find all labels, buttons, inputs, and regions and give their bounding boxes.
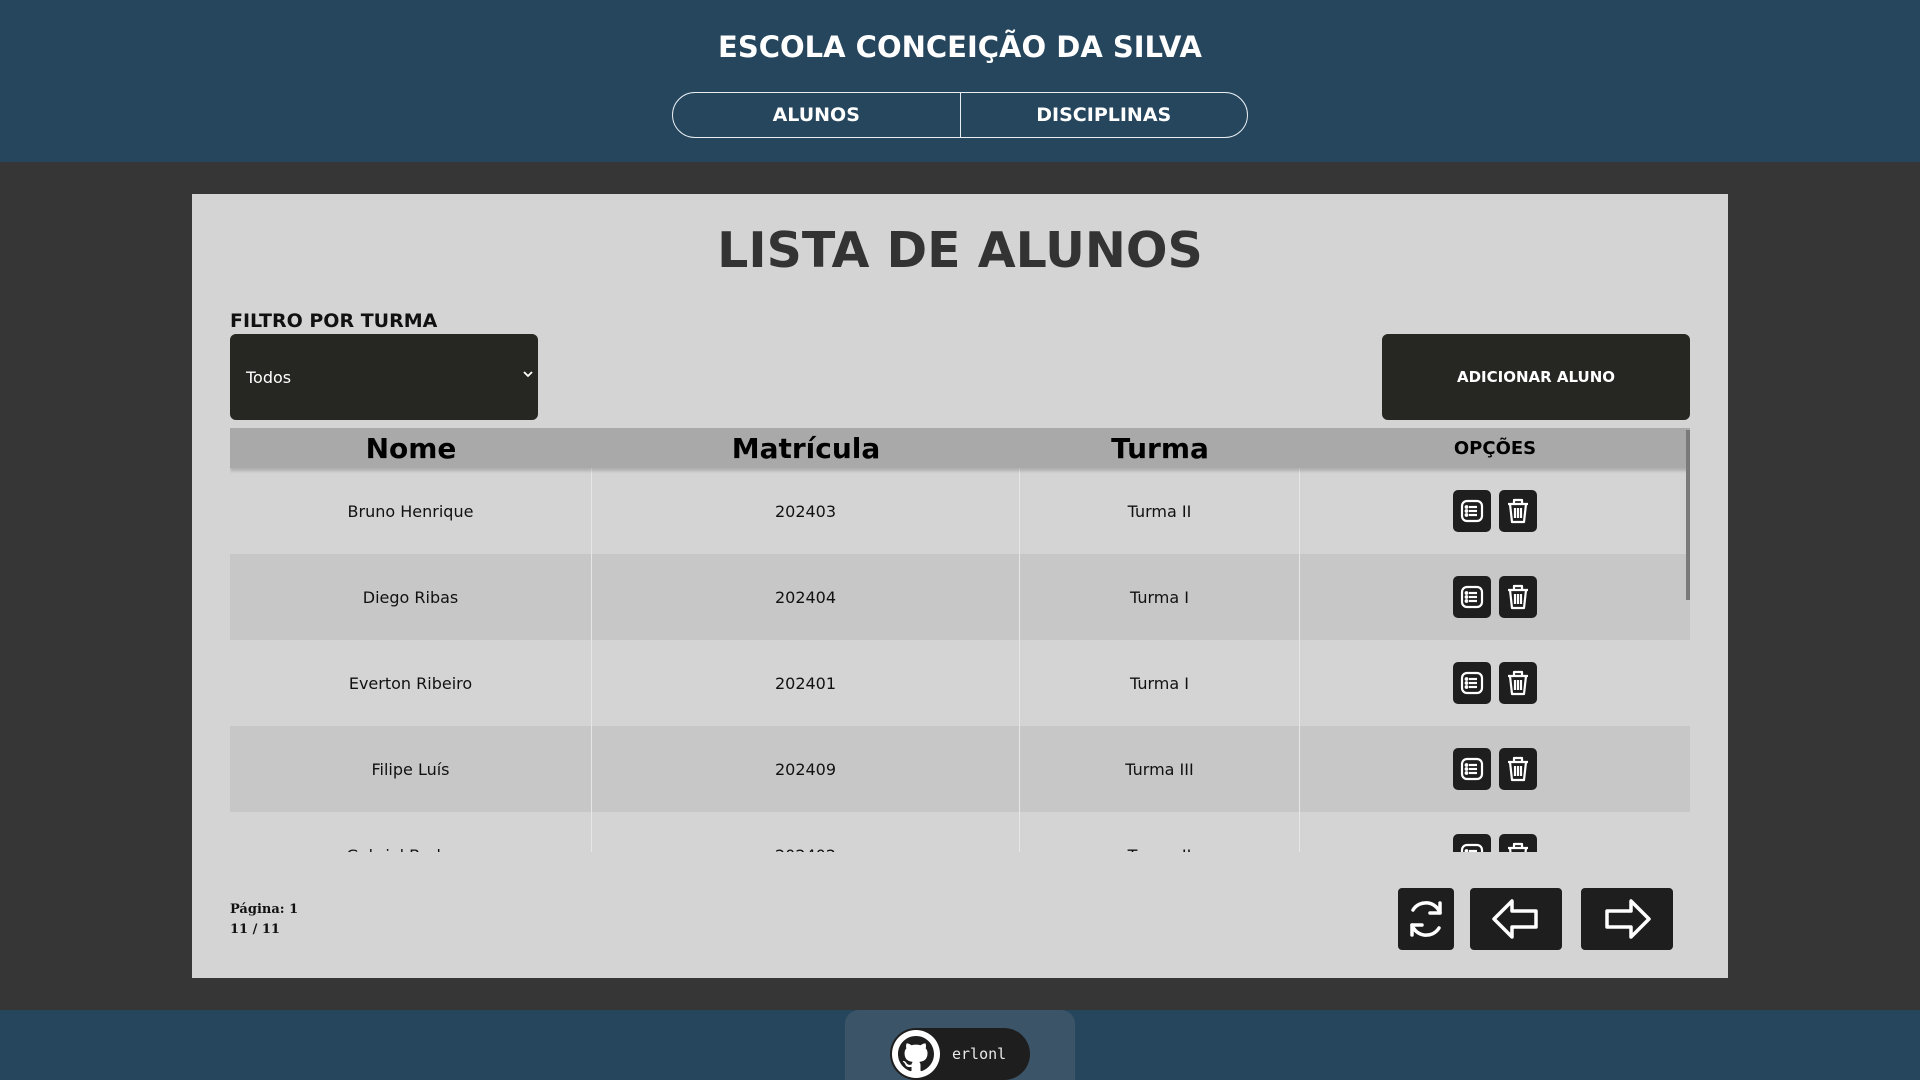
column-header-nome: Nome — [365, 431, 457, 465]
trash-icon — [1508, 842, 1528, 852]
github-icon — [892, 1030, 940, 1078]
list-icon — [1460, 757, 1484, 781]
list-icon — [1460, 671, 1484, 695]
arrow-right-icon — [1605, 899, 1651, 939]
next-page-button[interactable] — [1581, 888, 1673, 950]
refresh-icon — [1410, 901, 1442, 937]
filter-selected-value: Todos — [246, 367, 292, 387]
list-icon — [1460, 843, 1484, 852]
github-link[interactable]: erlonl — [890, 1028, 1030, 1080]
list-icon — [1460, 499, 1484, 523]
trash-icon — [1508, 498, 1528, 524]
class-filter-select[interactable]: Todos — [230, 334, 538, 420]
student-class-cell: Turma I — [1020, 554, 1300, 640]
tab-disciplinas[interactable]: DISCIPLINAS — [959, 93, 1248, 137]
pagination-info: Página: 1 11 / 11 — [230, 900, 298, 940]
previous-page-button[interactable] — [1470, 888, 1562, 950]
trash-icon — [1508, 670, 1528, 696]
delete-button[interactable] — [1499, 748, 1537, 790]
top-header: ESCOLA CONCEIÇÃO DA SILVA ALUNOS DISCIPL… — [0, 0, 1920, 162]
student-registration-cell: 202404 — [592, 554, 1020, 640]
column-header-opcoes: OPÇÕES — [1453, 437, 1537, 459]
student-class-cell: Turma II — [1020, 468, 1300, 554]
table-scrollbar[interactable] — [1686, 430, 1690, 600]
options-cell — [1300, 812, 1690, 852]
options-cell — [1300, 726, 1690, 812]
table-row: Bruno Henrique 202403 Turma II — [230, 468, 1690, 554]
student-name-cell: Everton Ribeiro — [230, 640, 592, 726]
tab-alunos[interactable]: ALUNOS — [673, 93, 960, 137]
chevron-down-icon — [523, 371, 533, 378]
student-registration-cell: 202401 — [592, 640, 1020, 726]
students-table: Nome Matrícula Turma OPÇÕES Bruno Henriq… — [230, 428, 1690, 852]
student-registration-cell: 202402 — [592, 812, 1020, 852]
options-cell — [1300, 640, 1690, 726]
delete-button[interactable] — [1499, 834, 1537, 852]
nav-tabs: ALUNOS DISCIPLINAS — [672, 92, 1248, 138]
school-name: ESCOLA CONCEIÇÃO DA SILVA — [718, 30, 1202, 64]
details-button[interactable] — [1453, 834, 1491, 852]
column-header-matricula: Matrícula — [731, 431, 881, 465]
student-name-cell: Bruno Henrique — [230, 468, 592, 554]
details-button[interactable] — [1453, 748, 1491, 790]
arrow-left-icon — [1492, 899, 1538, 939]
student-class-cell: Turma I — [1020, 640, 1300, 726]
delete-button[interactable] — [1499, 576, 1537, 618]
trash-icon — [1508, 584, 1528, 610]
record-count: 11 / 11 — [230, 922, 280, 937]
students-panel: LISTA DE ALUNOS FILTRO POR TURMA Todos A… — [192, 194, 1728, 978]
student-class-cell: Turma III — [1020, 726, 1300, 812]
page-number: Página: 1 — [230, 902, 299, 917]
table-body: Bruno Henrique 202403 Turma II Diego Ribas 2… — [230, 468, 1690, 852]
student-class-cell: Turma II — [1020, 812, 1300, 852]
trash-icon — [1508, 756, 1528, 782]
table-row: Everton Ribeiro 202401 Turma I — [230, 640, 1690, 726]
details-button[interactable] — [1453, 662, 1491, 704]
table-row: Gabriel Barbosa202402Turma II — [230, 812, 1690, 852]
details-button[interactable] — [1453, 490, 1491, 532]
page-title: LISTA DE ALUNOS — [717, 222, 1203, 279]
github-username: erlonl — [952, 1045, 1007, 1063]
table-header: Nome Matrícula Turma OPÇÕES — [230, 428, 1690, 468]
footer: erlonl — [0, 1010, 1920, 1080]
details-button[interactable] — [1453, 576, 1491, 618]
refresh-button[interactable] — [1398, 888, 1454, 950]
student-name-cell: Filipe Luís — [230, 726, 592, 812]
column-header-turma: Turma — [1111, 431, 1209, 465]
list-icon — [1460, 585, 1484, 609]
filter-label: FILTRO POR TURMA — [230, 310, 438, 332]
options-cell — [1300, 554, 1690, 640]
student-registration-cell: 202403 — [592, 468, 1020, 554]
delete-button[interactable] — [1499, 490, 1537, 532]
student-name-cell: Gabriel Barbosa — [230, 812, 592, 852]
delete-button[interactable] — [1499, 662, 1537, 704]
options-cell — [1300, 468, 1690, 554]
table-row: Diego Ribas 202404 Turma I — [230, 554, 1690, 640]
student-registration-cell: 202409 — [592, 726, 1020, 812]
add-student-button[interactable]: ADICIONAR ALUNO — [1382, 334, 1690, 420]
footer-card: erlonl — [845, 1010, 1075, 1080]
table-row: Filipe Luís 202409 Turma III — [230, 726, 1690, 812]
student-name-cell: Diego Ribas — [230, 554, 592, 640]
